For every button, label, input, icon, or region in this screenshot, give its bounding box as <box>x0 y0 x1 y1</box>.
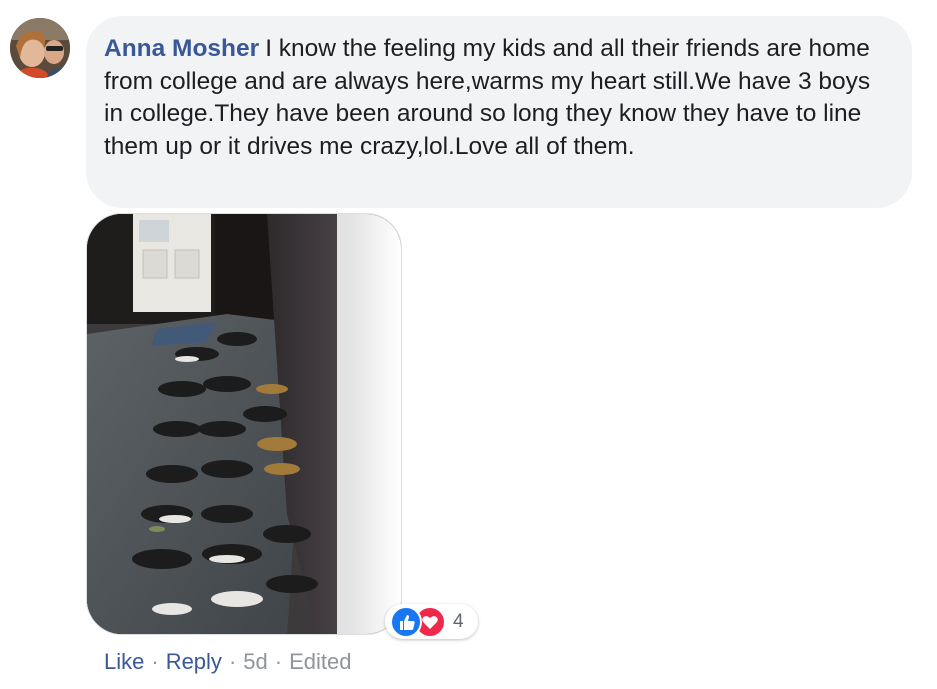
reaction-count: 4 <box>453 610 464 632</box>
reply-button[interactable]: Reply <box>166 649 222 674</box>
reactions-summary[interactable]: 4 <box>385 604 478 639</box>
shoes-photo-image <box>87 214 401 634</box>
like-icon <box>390 605 422 638</box>
comment-actions: Like · Reply · 5d · Edited <box>104 648 351 676</box>
separator-dot: · <box>228 649 237 674</box>
separator-dot: · <box>274 649 283 674</box>
author-name-link[interactable]: Anna Mosher <box>104 35 259 62</box>
comment-body: Anna Mosher I know the feeling my kids an… <box>104 33 888 163</box>
timestamp-link[interactable]: 5d <box>243 649 267 674</box>
like-button[interactable]: Like <box>104 649 144 674</box>
avatar-photo <box>10 18 70 78</box>
author-avatar[interactable] <box>10 18 70 78</box>
separator-dot: · <box>151 649 159 674</box>
comment-photo[interactable] <box>86 213 402 635</box>
edited-label[interactable]: Edited <box>289 649 351 674</box>
comment-bubble: Anna Mosher I know the feeling my kids an… <box>86 16 912 208</box>
